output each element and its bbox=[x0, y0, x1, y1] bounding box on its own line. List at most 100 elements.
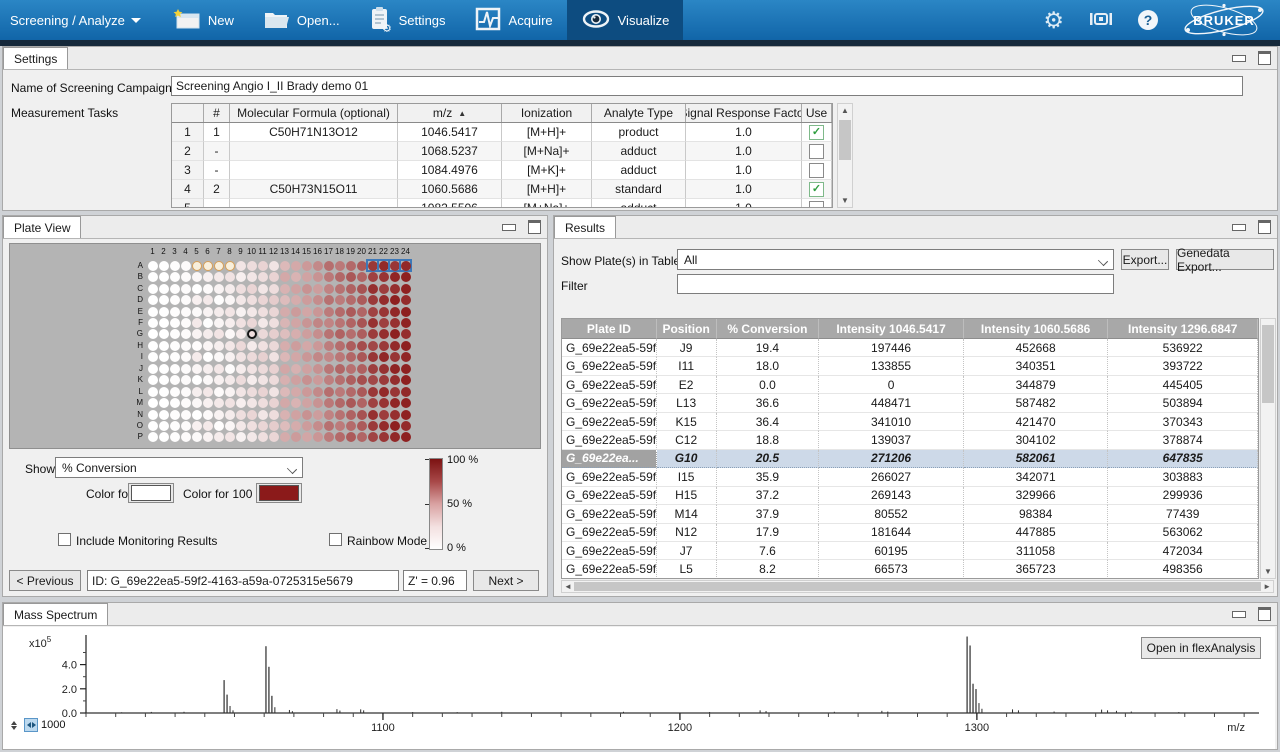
well-C14[interactable] bbox=[291, 284, 301, 294]
well-G17[interactable] bbox=[324, 329, 334, 339]
well-C11[interactable] bbox=[258, 284, 268, 294]
scrollbar-thumb[interactable] bbox=[574, 582, 1261, 591]
well-J23[interactable] bbox=[390, 364, 400, 374]
well-G24[interactable] bbox=[401, 329, 411, 339]
well-D1[interactable] bbox=[148, 295, 158, 305]
table-row[interactable]: G_69e22ea5-59f...H1537.22691433299662999… bbox=[562, 487, 1258, 505]
well-P14[interactable] bbox=[291, 432, 301, 442]
well-K21[interactable] bbox=[368, 375, 378, 385]
well-K9[interactable] bbox=[236, 375, 246, 385]
well-I2[interactable] bbox=[159, 352, 169, 362]
well-L4[interactable] bbox=[181, 387, 191, 397]
well-M11[interactable] bbox=[258, 398, 268, 408]
well-H24[interactable] bbox=[401, 341, 411, 351]
well-I3[interactable] bbox=[170, 352, 180, 362]
well-M20[interactable] bbox=[357, 398, 367, 408]
well-H12[interactable] bbox=[269, 341, 279, 351]
minimize-icon[interactable] bbox=[502, 224, 516, 231]
well-J22[interactable] bbox=[379, 364, 389, 374]
well-F19[interactable] bbox=[346, 318, 356, 328]
table-row[interactable]: G_69e22ea5-59f...J77.660195311058472034 bbox=[562, 542, 1258, 560]
well-B4[interactable] bbox=[181, 272, 191, 282]
well-N14[interactable] bbox=[291, 410, 301, 420]
well-G14[interactable] bbox=[291, 329, 301, 339]
well-G5[interactable] bbox=[192, 329, 202, 339]
filter-input[interactable] bbox=[677, 274, 1114, 294]
table-row[interactable]: G_69e22ea5-59f...L1336.64484715874825038… bbox=[562, 394, 1258, 412]
well-F1[interactable] bbox=[148, 318, 158, 328]
maximize-icon[interactable] bbox=[1258, 220, 1271, 234]
show-plates-dropdown[interactable]: All bbox=[677, 249, 1114, 270]
well-O19[interactable] bbox=[346, 421, 356, 431]
well-L18[interactable] bbox=[335, 387, 345, 397]
well-J1[interactable] bbox=[148, 364, 158, 374]
use-checkbox[interactable] bbox=[809, 163, 824, 178]
column-header[interactable]: Intensity 1046.5417 bbox=[819, 319, 964, 339]
table-row[interactable]: G_69e22ea5-59f...E20.00344879445405 bbox=[562, 376, 1258, 394]
well-O21[interactable] bbox=[368, 421, 378, 431]
well-I14[interactable] bbox=[291, 352, 301, 362]
well-C24[interactable] bbox=[401, 284, 411, 294]
well-G8[interactable] bbox=[225, 329, 235, 339]
well-H21[interactable] bbox=[368, 341, 378, 351]
well-G10[interactable] bbox=[247, 329, 257, 339]
well-B23[interactable] bbox=[390, 272, 400, 282]
visualize-button[interactable]: Visualize bbox=[567, 0, 684, 40]
well-O9[interactable] bbox=[236, 421, 246, 431]
well-H23[interactable] bbox=[390, 341, 400, 351]
well-D13[interactable] bbox=[280, 295, 290, 305]
well-P20[interactable] bbox=[357, 432, 367, 442]
table-row[interactable]: G_69e22ea5-59f...I1535.92660273420713038… bbox=[562, 468, 1258, 486]
well-L10[interactable] bbox=[247, 387, 257, 397]
well-P9[interactable] bbox=[236, 432, 246, 442]
well-D3[interactable] bbox=[170, 295, 180, 305]
well-F2[interactable] bbox=[159, 318, 169, 328]
tab-mass-spectrum[interactable]: Mass Spectrum bbox=[3, 603, 108, 625]
well-H8[interactable] bbox=[225, 341, 235, 351]
well-F20[interactable] bbox=[357, 318, 367, 328]
well-H6[interactable] bbox=[203, 341, 213, 351]
well-H4[interactable] bbox=[181, 341, 191, 351]
well-M18[interactable] bbox=[335, 398, 345, 408]
well-L8[interactable] bbox=[225, 387, 235, 397]
well-L6[interactable] bbox=[203, 387, 213, 397]
scroll-right-icon[interactable]: ► bbox=[1263, 581, 1271, 592]
well-O4[interactable] bbox=[181, 421, 191, 431]
well-L11[interactable] bbox=[258, 387, 268, 397]
column-header[interactable]: Use bbox=[802, 104, 832, 122]
results-vertical-scrollbar[interactable]: ▼ bbox=[1260, 318, 1276, 579]
well-J9[interactable] bbox=[236, 364, 246, 374]
well-F17[interactable] bbox=[324, 318, 334, 328]
well-L21[interactable] bbox=[368, 387, 378, 397]
well-J20[interactable] bbox=[357, 364, 367, 374]
well-C21[interactable] bbox=[368, 284, 378, 294]
well-B1[interactable] bbox=[148, 272, 158, 282]
well-K1[interactable] bbox=[148, 375, 158, 385]
table-row[interactable]: G_69e22ea5-59f...M1437.9805529838477439 bbox=[562, 505, 1258, 523]
well-J16[interactable] bbox=[313, 364, 323, 374]
well-F3[interactable] bbox=[170, 318, 180, 328]
well-K12[interactable] bbox=[269, 375, 279, 385]
well-N18[interactable] bbox=[335, 410, 345, 420]
column-header[interactable]: Signal Response Factor bbox=[686, 104, 802, 122]
well-L7[interactable] bbox=[214, 387, 224, 397]
well-E19[interactable] bbox=[346, 307, 356, 317]
well-N1[interactable] bbox=[148, 410, 158, 420]
well-H1[interactable] bbox=[148, 341, 158, 351]
well-M1[interactable] bbox=[148, 398, 158, 408]
well-G4[interactable] bbox=[181, 329, 191, 339]
well-N20[interactable] bbox=[357, 410, 367, 420]
well-D19[interactable] bbox=[346, 295, 356, 305]
well-L9[interactable] bbox=[236, 387, 246, 397]
column-header[interactable]: Analyte Type bbox=[592, 104, 686, 122]
well-P22[interactable] bbox=[379, 432, 389, 442]
well-E17[interactable] bbox=[324, 307, 334, 317]
campaign-name-input[interactable]: Screening Angio I_II Brady demo 01 bbox=[171, 76, 1243, 96]
scroll-up-icon[interactable]: ▲ bbox=[838, 106, 852, 115]
well-J5[interactable] bbox=[192, 364, 202, 374]
well-D9[interactable] bbox=[236, 295, 246, 305]
table-row[interactable]: G_69e22ea5-59f...J919.419744645266853692… bbox=[562, 339, 1258, 357]
well-A11[interactable] bbox=[258, 261, 268, 271]
well-O1[interactable] bbox=[148, 421, 158, 431]
well-N5[interactable] bbox=[192, 410, 202, 420]
